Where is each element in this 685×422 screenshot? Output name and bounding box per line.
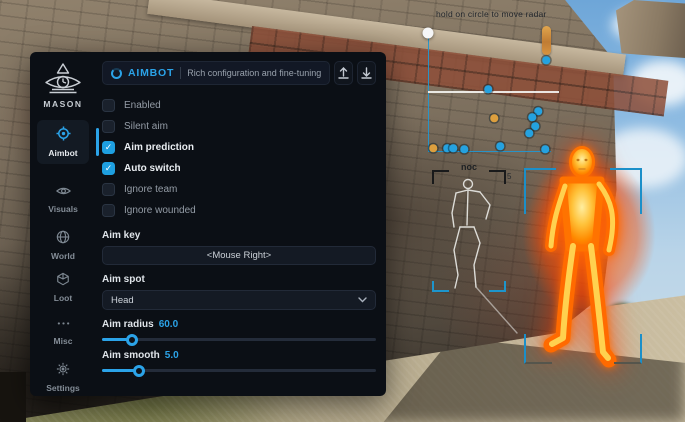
sidebar-item-world[interactable]: World xyxy=(37,224,89,268)
slider-value: 60.0 xyxy=(159,319,178,330)
checkbox-silent-aim[interactable]: ✓ Silent aim xyxy=(102,116,376,137)
bracket-corner xyxy=(524,168,556,214)
sidebar-item-label: Visuals xyxy=(37,204,89,214)
brand-name: MASON xyxy=(30,99,96,109)
sidebar-item-label: Settings xyxy=(37,383,89,393)
upload-icon xyxy=(338,67,349,79)
slider-label: Aim radius xyxy=(102,319,154,330)
aim-smooth-slider-group: Aim smooth 5.0 xyxy=(102,350,376,372)
aim-radius-slider-group: Aim radius 60.0 xyxy=(102,319,376,341)
checkbox-icon[interactable]: ✓ xyxy=(102,204,115,217)
import-config-button[interactable] xyxy=(357,61,376,85)
radar-dot xyxy=(525,129,533,137)
checkbox-icon[interactable]: ✓ xyxy=(102,120,115,133)
checkbox-label: Ignore team xyxy=(124,184,177,195)
sidebar-item-settings[interactable]: Settings xyxy=(37,356,89,400)
panel-content: AIMBOT Rich configuration and fine-tunin… xyxy=(102,61,376,372)
radar-dot xyxy=(542,56,550,64)
section-title: AIMBOT xyxy=(128,67,174,79)
radar-dot xyxy=(449,144,457,152)
sidebar-item-aimbot[interactable]: Aimbot xyxy=(37,120,89,164)
export-config-button[interactable] xyxy=(334,61,353,85)
checkbox-icon[interactable]: ✓ xyxy=(102,141,115,154)
aim-key-label: Aim key xyxy=(102,230,376,241)
esp-skeleton xyxy=(440,175,525,340)
ruin-fragment xyxy=(616,0,685,58)
checkbox-label: Silent aim xyxy=(124,121,168,132)
sidebar-item-label: Aimbot xyxy=(37,148,89,158)
header-divider xyxy=(180,67,181,79)
aim-spot-label: Aim spot xyxy=(102,274,376,285)
slider-track[interactable] xyxy=(102,369,376,372)
slider-track[interactable] xyxy=(102,338,376,341)
checkbox-label: Aim prediction xyxy=(124,142,194,153)
gear-icon xyxy=(56,362,70,376)
section-subtitle: Rich configuration and fine-tuning xyxy=(187,68,321,78)
aim-key-button[interactable]: <Mouse Right> xyxy=(102,246,376,265)
sidebar-item-label: Loot xyxy=(37,293,89,303)
cheat-menu-panel: MASON Aimbot Visuals World xyxy=(30,52,386,396)
checkbox-ignore-team[interactable]: ✓ Ignore team xyxy=(102,179,376,200)
radar-marker-capsule xyxy=(542,26,551,55)
sidebar-item-loot[interactable]: Loot xyxy=(37,266,89,310)
radar-hint-text: hold on circle to move radar xyxy=(436,9,547,19)
checkbox-label: Auto switch xyxy=(124,163,181,174)
radar-dot xyxy=(528,113,536,121)
section-header: AIMBOT Rich configuration and fine-tunin… xyxy=(102,61,330,85)
sidebar-item-misc[interactable]: Misc xyxy=(37,310,89,354)
checkbox-enabled[interactable]: ✓ Enabled xyxy=(102,95,376,116)
radar-dot xyxy=(496,142,504,150)
radar-dot xyxy=(541,145,549,153)
radar-drag-handle[interactable] xyxy=(423,28,434,39)
slider-label: Aim smooth xyxy=(102,350,160,361)
radar-dot xyxy=(460,145,468,153)
checkbox-icon[interactable]: ✓ xyxy=(102,99,115,112)
sidebar-item-label: World xyxy=(37,251,89,261)
checkbox-aim-prediction[interactable]: ✓ Aim prediction xyxy=(102,137,376,158)
bracket-corner xyxy=(610,168,642,214)
sidebar-item-label: Misc xyxy=(37,336,89,346)
brand: MASON xyxy=(30,62,96,109)
crosshair-icon xyxy=(56,126,71,141)
section-spinner-icon xyxy=(111,68,122,79)
checkbox-label: Ignore wounded xyxy=(124,205,196,216)
checkbox-ignore-wounded[interactable]: ✓ Ignore wounded xyxy=(102,200,376,221)
aim-spot-select[interactable]: Head xyxy=(102,290,376,310)
checkbox-icon[interactable]: ✓ xyxy=(102,162,115,175)
globe-icon xyxy=(56,230,70,244)
sidebar-item-visuals[interactable]: Visuals xyxy=(37,178,89,222)
checkbox-auto-switch[interactable]: ✓ Auto switch xyxy=(102,158,376,179)
radar-dot xyxy=(429,144,437,152)
aim-spot-value: Head xyxy=(111,295,358,306)
wall-shadow-edge xyxy=(0,372,26,422)
slider-value: 5.0 xyxy=(165,350,179,361)
checkbox-label: Enabled xyxy=(124,100,161,111)
cube-icon xyxy=(56,272,70,286)
brand-logo-icon xyxy=(42,62,84,96)
radar-dot xyxy=(490,114,498,122)
dots-icon xyxy=(56,316,71,329)
chevron-down-icon xyxy=(358,297,367,303)
radar-dot xyxy=(531,122,539,130)
download-icon xyxy=(361,67,372,79)
checkbox-list: ✓ Enabled ✓ Silent aim ✓ Aim prediction … xyxy=(102,95,376,221)
slider-thumb[interactable] xyxy=(133,365,145,377)
slider-thumb[interactable] xyxy=(126,334,138,346)
sidebar: MASON Aimbot Visuals World xyxy=(30,52,96,396)
checkbox-icon[interactable]: ✓ xyxy=(102,183,115,196)
radar-horizon-line xyxy=(428,91,559,93)
eye-icon xyxy=(56,185,71,197)
bracket-corner xyxy=(614,334,642,364)
radar-dot xyxy=(484,85,492,93)
esp-player-box xyxy=(524,168,642,364)
bracket-corner xyxy=(524,334,552,364)
